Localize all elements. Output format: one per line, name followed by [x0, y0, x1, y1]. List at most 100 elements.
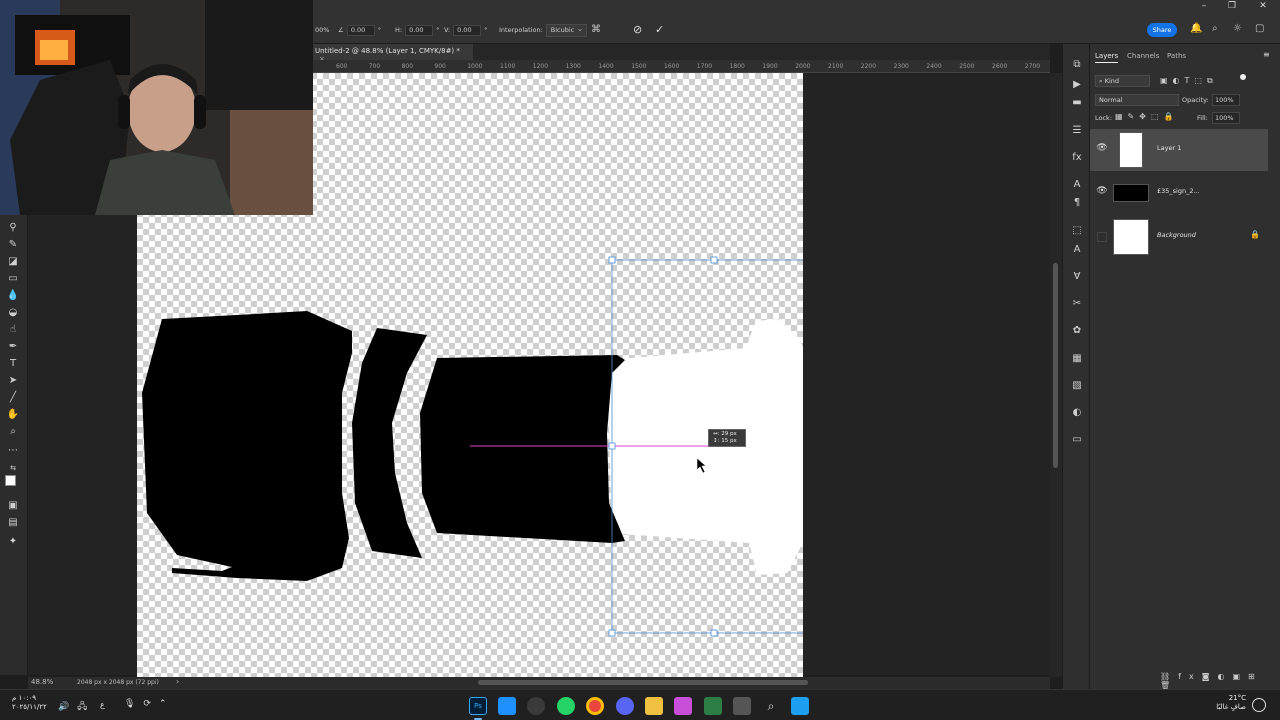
interpolation-field[interactable]: Interpolation: Bicubic — [499, 23, 588, 37]
type-tool-icon[interactable]: T — [6, 357, 20, 371]
notifications-icon[interactable]: 🔔 — [1190, 23, 1202, 34]
paragraph-icon[interactable]: ¶ — [1070, 196, 1084, 210]
windows-start-icon[interactable] — [791, 697, 809, 715]
webcam-image — [0, 0, 313, 215]
weather-widget[interactable]: 21°C صافٍ غالبًا — [1212, 694, 1246, 712]
minimize-icon[interactable]: – — [1193, 0, 1215, 14]
adjust-levels-icon[interactable]: ◐ — [1070, 406, 1084, 420]
hand-tool-icon[interactable]: ✋ — [6, 408, 20, 422]
copilot-icon[interactable] — [674, 697, 692, 715]
horizontal-ruler[interactable]: 600 700 800 900 1000 1100 1200 1300 1400 1500 1600… — [313, 60, 1050, 73]
maximize-icon[interactable]: ❐ — [1221, 0, 1243, 14]
share-button[interactable]: Share — [1147, 23, 1177, 37]
task-view-icon[interactable] — [733, 697, 751, 715]
line-tool-icon[interactable]: ╱ — [6, 391, 20, 405]
app-icon-blue[interactable] — [498, 697, 516, 715]
tray-icons[interactable]: 🔊🖧 — [58, 699, 95, 715]
discord-icon[interactable] — [616, 697, 634, 715]
cancel-transform-icon[interactable]: ⊘ — [633, 23, 642, 36]
store-icon[interactable] — [704, 697, 722, 715]
dodge-tool-icon[interactable]: ◒ — [6, 306, 20, 320]
opacity-input[interactable]: 100% — [1212, 94, 1240, 106]
filter-toggle-icon[interactable] — [1240, 74, 1246, 80]
workspace-icon[interactable]: ▢ — [1255, 23, 1264, 34]
lock-icons[interactable]: ▦✎✥⬚🔒 — [1115, 112, 1178, 121]
layer-row-layer-1[interactable]: 👁 Layer 1 — [1090, 129, 1268, 171]
comments-icon[interactable]: ▬ — [1070, 96, 1084, 110]
user-icon[interactable] — [1252, 698, 1266, 712]
history-icon[interactable]: ⧉ — [1070, 58, 1084, 72]
tab-layers[interactable]: Layers — [1095, 52, 1119, 63]
tab-channels[interactable]: Channels — [1127, 52, 1159, 60]
libraries-icon[interactable]: ▭ — [1070, 433, 1084, 447]
layer-row-background[interactable]: Background 🔒 — [1090, 216, 1268, 258]
v-skew-input[interactable]: 0.00 — [453, 24, 482, 36]
vertical-scrollbar[interactable] — [1050, 73, 1062, 677]
character-styles-icon[interactable]: A — [1070, 243, 1084, 257]
pen-tool-icon[interactable]: ✒ — [6, 340, 20, 354]
photoshop-app-icon[interactable]: Ps — [469, 697, 487, 715]
smudge-tool-icon[interactable]: ☝ — [6, 323, 20, 337]
search-taskbar-icon[interactable]: ⌕ — [762, 697, 780, 715]
character-icon[interactable]: A — [1070, 178, 1084, 192]
layer-row-sign[interactable]: 👁 £35_sign_2... — [1090, 172, 1268, 214]
language-indicator[interactable]: ع — [100, 700, 105, 709]
close-icon[interactable]: ✕ — [1252, 0, 1274, 14]
search-icon[interactable]: ⌕ — [1212, 23, 1218, 34]
layer-actions[interactable]: ⛓fx◙◐▣⊞🗑 — [1160, 672, 1280, 690]
angle-field[interactable]: ∠ 0.00 ° — [338, 24, 381, 36]
warp-icon[interactable]: ⌘ — [591, 24, 601, 35]
styles-fx-icon[interactable]: fx — [1070, 151, 1084, 165]
tool-presets-icon[interactable]: ✂ — [1070, 297, 1084, 311]
panel-menu-icon[interactable]: ≡ — [1263, 50, 1270, 59]
stamp-tool-icon[interactable]: ⚲ — [6, 221, 20, 235]
healing-brush-icon[interactable]: ✎ — [6, 238, 20, 252]
blend-mode-select[interactable]: Normal — [1095, 94, 1179, 106]
h-skew-label: H: — [395, 26, 403, 34]
app-icon-chatgpt[interactable] — [527, 697, 545, 715]
foreground-color-swatch[interactable] — [5, 475, 16, 486]
actions-play-icon[interactable]: ▶ — [1070, 78, 1084, 92]
status-arrow-icon[interactable]: › — [176, 677, 179, 686]
discover-icon[interactable]: ☼ — [1233, 23, 1242, 34]
horizontal-scroll-thumb[interactable] — [478, 680, 808, 685]
h-skew-field[interactable]: H: 0.00 ° — [395, 24, 439, 36]
layer-filter-select[interactable]: ⌕ Kind — [1095, 75, 1150, 87]
visibility-eye-icon[interactable]: 👁 — [1096, 143, 1108, 153]
interpolation-select[interactable]: Bicubic — [545, 23, 588, 37]
adjustments-icon[interactable]: ☰ — [1070, 124, 1084, 138]
swap-colors-icon[interactable]: ⇆ — [6, 461, 20, 475]
gradient-tool-icon[interactable]: ▭ — [6, 272, 20, 286]
vertical-scroll-thumb[interactable] — [1053, 263, 1058, 468]
swatches-icon[interactable]: ▦ — [1070, 352, 1084, 366]
tab-paths[interactable]: Paths — [1167, 52, 1186, 60]
eraser-tool-icon[interactable]: ◪ — [6, 255, 20, 269]
quick-mask-icon[interactable]: ▣ — [6, 499, 20, 513]
tray-icons-2[interactable]: 🎙⟳⌃ — [124, 699, 175, 709]
document-tab[interactable]: Untitled-2 @ 48.8% (Layer 1, CMYK/8#) * … — [313, 44, 473, 63]
paragraph-styles-icon[interactable]: Ɐ — [1070, 270, 1084, 284]
blur-tool-icon[interactable]: 💧 — [6, 289, 20, 303]
angle-input[interactable]: 0.00 — [346, 24, 375, 36]
more-tools-icon[interactable]: ⋯ — [6, 444, 20, 458]
zoom-tool-icon[interactable]: ⌕ — [6, 425, 20, 439]
chrome-icon[interactable] — [586, 697, 604, 715]
layer-filter-icons[interactable]: ▣◐T⬚⧉ — [1160, 76, 1218, 86]
visibility-eye-icon[interactable]: 👁 — [1096, 186, 1108, 196]
clock[interactable]: ١٠:٠٩ م ٢٠٢٥/١١/٢٢ — [12, 694, 47, 712]
file-explorer-icon[interactable] — [645, 697, 663, 715]
screen-mode-icon[interactable]: ▤ — [6, 516, 20, 530]
glyphs-icon[interactable]: ⬚ — [1070, 224, 1084, 238]
commit-transform-icon[interactable]: ✓ — [655, 23, 664, 36]
v-skew-field[interactable]: V: 0.00 ° — [444, 24, 487, 36]
webcam-overlay — [0, 0, 313, 215]
status-zoom[interactable]: 48.8% — [31, 678, 53, 686]
brushes-icon[interactable]: ✿ — [1070, 324, 1084, 338]
h-skew-input[interactable]: 0.00 — [405, 24, 434, 36]
whatsapp-icon[interactable] — [557, 697, 575, 715]
fill-input[interactable]: 100% — [1212, 112, 1240, 124]
visibility-toggle-empty[interactable] — [1097, 232, 1107, 242]
gradients-icon[interactable]: ▧ — [1070, 379, 1084, 393]
path-selection-icon[interactable]: ➤ — [6, 374, 20, 388]
generative-icon[interactable]: ✦ — [6, 535, 20, 549]
